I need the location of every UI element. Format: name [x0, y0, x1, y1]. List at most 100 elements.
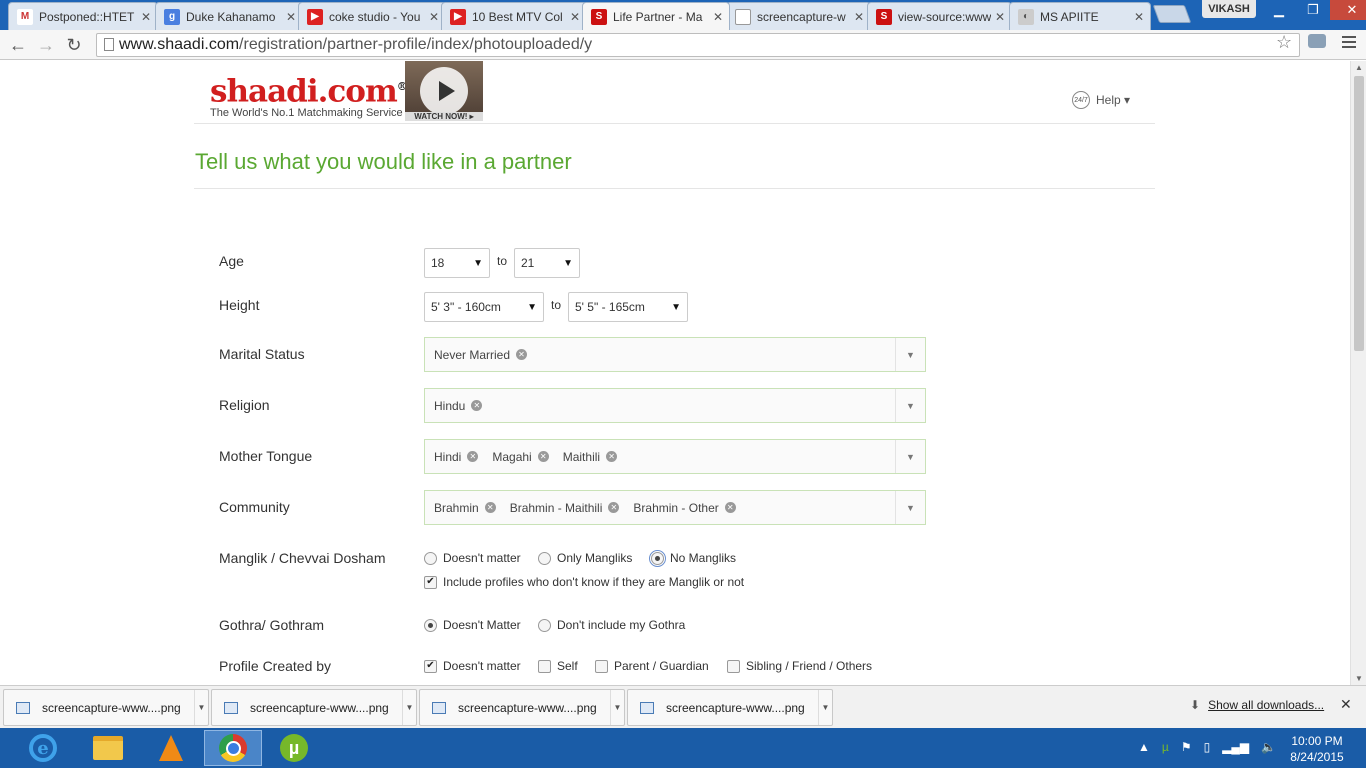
check-icon[interactable]: ✔ — [424, 659, 437, 673]
tab-view-source[interactable]: S view-source:www ✕ — [867, 2, 1012, 30]
remove-chip-icon[interactable]: ✕ — [471, 400, 483, 411]
help-menu[interactable]: 24/7 Help ▾ — [1072, 91, 1130, 109]
dropdown-arrow-icon[interactable]: ▼ — [895, 491, 925, 524]
remove-chip-icon[interactable]: ✕ — [608, 502, 620, 513]
system-tray: ▲ µ ⚑ ▯ ▂▄▆ 🔈 — [1138, 740, 1288, 754]
close-icon[interactable]: ✕ — [429, 10, 439, 24]
gothra-exclude-mine-radio[interactable]: Don't include my Gothra — [538, 618, 685, 632]
tab-google[interactable]: g Duke Kahanamo ✕ — [155, 2, 303, 30]
close-icon[interactable]: ✕ — [141, 10, 151, 24]
vlc-icon[interactable] — [142, 730, 200, 766]
chevron-down-icon[interactable]: ▼ — [194, 690, 208, 725]
created-by-self-checkbox[interactable]: Self — [538, 659, 578, 673]
age-from-select[interactable]: 18 ▼ — [424, 248, 490, 278]
radio-button[interactable] — [538, 551, 551, 565]
check-icon[interactable]: ✔ — [424, 575, 437, 589]
play-icon[interactable] — [420, 67, 468, 115]
tab-life-partner[interactable]: S Life Partner - Ma ✕ — [582, 2, 730, 30]
marital-status-multiselect[interactable]: Never Married ✕ ▼ — [424, 337, 926, 372]
close-icon[interactable]: ✕ — [286, 10, 296, 24]
close-shelf-icon[interactable]: ✕ — [1340, 696, 1352, 713]
religion-multiselect[interactable]: Hindu ✕ ▼ — [424, 388, 926, 423]
manglik-no-mangliks-radio[interactable]: No Mangliks — [649, 549, 736, 567]
scroll-thumb[interactable] — [1354, 76, 1364, 351]
tab-youtube-mtv[interactable]: ▶ 10 Best MTV Col ✕ — [441, 2, 587, 30]
remove-chip-icon[interactable]: ✕ — [484, 502, 496, 513]
created-by-parent-checkbox[interactable]: Parent / Guardian — [595, 659, 709, 673]
radio-button[interactable] — [538, 618, 551, 632]
remove-chip-icon[interactable]: ✕ — [537, 451, 549, 462]
close-icon[interactable]: ✕ — [1134, 10, 1144, 24]
back-button[interactable]: ← — [6, 33, 30, 57]
tab-youtube-coke[interactable]: ▶ coke studio - You ✕ — [298, 2, 446, 30]
remove-chip-icon[interactable]: ✕ — [606, 451, 618, 462]
chevron-down-icon[interactable]: ▼ — [818, 690, 832, 725]
network-signal-icon[interactable]: ▂▄▆ — [1222, 740, 1249, 754]
menu-icon[interactable] — [1342, 36, 1356, 51]
reload-button[interactable]: ↻ — [62, 33, 86, 57]
tab-gmail[interactable]: M Postponed::HTET ✕ — [8, 2, 158, 30]
chevron-down-icon[interactable]: ▼ — [610, 690, 624, 725]
radio-button[interactable] — [424, 618, 437, 632]
download-item[interactable]: screencapture-www....png ▼ — [211, 689, 417, 726]
volume-icon[interactable]: 🔈 — [1261, 740, 1276, 754]
tab-ms-apiite[interactable]: ◐ MS APIITE ✕ — [1009, 2, 1151, 30]
created-by-sibling-checkbox[interactable]: Sibling / Friend / Others — [727, 659, 872, 673]
show-all-downloads-link[interactable]: ⬇ Show all downloads... — [1190, 698, 1324, 712]
remove-chip-icon[interactable]: ✕ — [516, 349, 528, 360]
checkbox[interactable] — [727, 659, 740, 673]
minimize-button[interactable]: ▁ — [1262, 0, 1296, 20]
restore-button[interactable]: ❐ — [1296, 0, 1330, 20]
age-to-select[interactable]: 21 ▼ — [514, 248, 580, 278]
close-icon[interactable]: ✕ — [854, 10, 864, 24]
download-item[interactable]: screencapture-www....png ▼ — [627, 689, 833, 726]
close-icon[interactable]: ✕ — [995, 10, 1005, 24]
utorrent-icon[interactable]: µ — [265, 730, 323, 766]
system-clock[interactable]: 10:00 PM 8/24/2015 — [1284, 733, 1350, 765]
dropdown-arrow-icon[interactable]: ▼ — [895, 338, 925, 371]
manglik-doesnt-matter-radio[interactable]: Doesn't matter — [424, 551, 521, 565]
file-explorer-icon[interactable] — [79, 730, 137, 766]
promo-video[interactable]: WATCH NOW! ▸ — [405, 61, 483, 121]
gothra-doesnt-matter-radio[interactable]: Doesn't Matter — [424, 618, 521, 632]
new-tab-button[interactable] — [1152, 5, 1192, 23]
shaadi-logo[interactable]: shaadi.com® The World's No.1 Matchmaking… — [210, 69, 408, 119]
community-multiselect[interactable]: Brahmin ✕ Brahmin - Maithili ✕ Brahmin - O… — [424, 490, 926, 525]
radio-button[interactable] — [424, 551, 437, 565]
page-scrollbar[interactable]: ▲ ▼ — [1350, 61, 1366, 685]
action-center-flag-icon[interactable]: ⚑ — [1181, 740, 1192, 754]
utorrent-tray-icon[interactable]: µ — [1162, 740, 1169, 754]
manglik-only-mangliks-radio[interactable]: Only Mangliks — [538, 551, 632, 565]
forward-button[interactable]: → — [34, 33, 58, 57]
mother-tongue-multiselect[interactable]: Hindi ✕ Magahi ✕ Maithili ✕ ▼ — [424, 439, 926, 474]
profile-button[interactable]: VIKASH — [1202, 0, 1256, 18]
scroll-up-arrow-icon[interactable]: ▲ — [1355, 63, 1363, 72]
checkbox[interactable] — [538, 659, 551, 673]
remove-chip-icon[interactable]: ✕ — [724, 502, 736, 513]
internet-explorer-icon[interactable]: e — [14, 730, 72, 766]
bookmark-star-icon[interactable]: ☆ — [1276, 32, 1292, 53]
close-icon[interactable]: ✕ — [570, 10, 580, 24]
show-hidden-icons-icon[interactable]: ▲ — [1138, 740, 1150, 754]
chevron-down-icon[interactable]: ▼ — [402, 690, 416, 725]
dropdown-arrow-icon[interactable]: ▼ — [895, 389, 925, 422]
tab-screencapture[interactable]: screencapture-w ✕ — [726, 2, 871, 30]
close-icon[interactable]: ✕ — [713, 10, 723, 24]
height-from-select[interactable]: 5' 3" - 160cm ▼ — [424, 292, 544, 322]
dropdown-arrow-icon[interactable]: ▼ — [895, 440, 925, 473]
remove-chip-icon[interactable]: ✕ — [467, 451, 479, 462]
download-item[interactable]: screencapture-www....png ▼ — [3, 689, 209, 726]
chrome-icon[interactable] — [204, 730, 262, 766]
address-bar[interactable]: www.shaadi.com/registration/partner-prof… — [96, 33, 1300, 57]
tab-strip: M Postponed::HTET ✕ g Duke Kahanamo ✕ ▶ … — [0, 0, 1366, 30]
battery-icon[interactable]: ▯ — [1204, 740, 1211, 754]
height-to-select[interactable]: 5' 5" - 165cm ▼ — [568, 292, 688, 322]
scroll-down-arrow-icon[interactable]: ▼ — [1355, 674, 1363, 683]
camera-icon[interactable] — [1308, 34, 1326, 48]
close-window-button[interactable]: ✕ — [1330, 0, 1366, 20]
created-by-doesnt-matter-checkbox[interactable]: ✔ Doesn't matter — [424, 659, 521, 673]
include-unknown-manglik-checkbox[interactable]: ✔ Include profiles who don't know if they… — [424, 575, 744, 589]
download-item[interactable]: screencapture-www....png ▼ — [419, 689, 625, 726]
checkbox[interactable] — [595, 659, 608, 673]
radio-button[interactable] — [649, 549, 666, 567]
